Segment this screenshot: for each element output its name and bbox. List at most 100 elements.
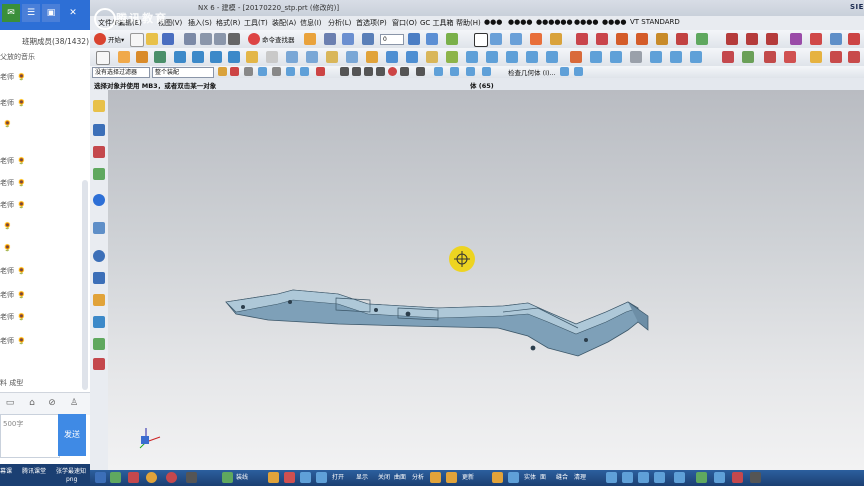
save-icon[interactable] [162, 33, 174, 45]
tool-icon[interactable] [316, 472, 327, 483]
bend-icon[interactable] [210, 51, 222, 63]
send-button[interactable]: 发送 [58, 414, 86, 456]
render-icon[interactable] [830, 33, 842, 45]
bottom-label[interactable]: 更新 [462, 472, 474, 481]
bottom-label[interactable]: 关闭 [378, 472, 390, 481]
emboss-icon[interactable] [570, 51, 582, 63]
tool-icon[interactable] [430, 472, 441, 483]
menu-window[interactable]: 窗口(O) [392, 18, 417, 28]
tool-icon[interactable] [300, 472, 311, 483]
menu-analysis[interactable]: 分析(L) [328, 18, 351, 28]
grid-icon[interactable] [222, 472, 233, 483]
view-icon[interactable] [128, 472, 139, 483]
tool-icon[interactable] [606, 472, 617, 483]
unbend-icon[interactable] [228, 51, 240, 63]
menu-tools[interactable]: 工具(T) [244, 18, 268, 28]
snap-point-icon[interactable] [388, 67, 397, 76]
snap-point-icon[interactable] [400, 67, 409, 76]
tool-icon[interactable] [638, 472, 649, 483]
tool-icon[interactable] [732, 472, 743, 483]
new-file-icon[interactable] [130, 33, 144, 47]
line-icon[interactable] [616, 33, 628, 45]
delete-icon[interactable] [228, 33, 240, 45]
chat-tab-icon[interactable]: ▣ [42, 4, 60, 22]
tool-icon[interactable] [446, 472, 457, 483]
tool-icon[interactable] [848, 51, 860, 63]
tool-icon[interactable] [830, 51, 842, 63]
menu-extra[interactable]: ●●●● [602, 18, 626, 26]
tool-icon[interactable] [750, 472, 761, 483]
unite-icon[interactable] [506, 51, 518, 63]
snap-icon[interactable] [286, 67, 295, 76]
hole-icon[interactable] [530, 33, 542, 45]
bottom-label[interactable]: 装线 [236, 472, 248, 481]
snap-icon[interactable] [300, 67, 309, 76]
taskbar-item[interactable]: 腾讯课堂 [22, 466, 46, 475]
point-icon[interactable] [186, 472, 197, 483]
sketch-icon[interactable] [446, 33, 458, 45]
snap-point-icon[interactable] [352, 67, 361, 76]
bottom-label[interactable]: 缝合 [556, 472, 568, 481]
target-icon[interactable] [146, 472, 157, 483]
plane-icon[interactable] [696, 33, 708, 45]
slot-icon[interactable] [690, 51, 702, 63]
snap-icon[interactable] [258, 67, 267, 76]
scene-icon[interactable] [93, 316, 105, 328]
web-browser-icon[interactable] [93, 194, 105, 206]
tool-icon[interactable] [508, 472, 519, 483]
menu-extra[interactable]: ●●● [484, 18, 502, 26]
roles-icon[interactable] [93, 338, 105, 350]
analysis-icon[interactable] [304, 33, 316, 45]
cut-icon[interactable] [200, 33, 212, 45]
history-icon[interactable] [93, 222, 105, 234]
taskbar-item[interactable]: 张学最速知 [56, 466, 86, 475]
undo-icon[interactable] [184, 33, 196, 45]
zoom-icon[interactable] [324, 33, 336, 45]
clock-icon[interactable] [93, 250, 105, 262]
scope-select[interactable]: 整个装配 [152, 67, 214, 78]
thicken-icon[interactable] [286, 51, 298, 63]
extend-icon[interactable] [326, 51, 338, 63]
bottom-label[interactable]: 分析 [412, 472, 424, 481]
view-cube-icon[interactable] [408, 33, 420, 45]
snap-point-icon[interactable] [364, 67, 373, 76]
member-count[interactable]: 班期成员(38/1432) [0, 36, 90, 47]
command-finder-icon[interactable] [248, 33, 260, 45]
palette-icon[interactable] [764, 51, 776, 63]
start-icon[interactable] [94, 33, 106, 45]
arc-icon[interactable] [636, 33, 648, 45]
trim-icon[interactable] [246, 51, 258, 63]
check-geometry-button[interactable]: 检查几何体 (I)... [508, 67, 556, 77]
menu-extra[interactable]: ●●●● [574, 18, 598, 26]
snap-point-icon[interactable] [340, 67, 349, 76]
layer-icon[interactable] [362, 33, 374, 45]
export-icon[interactable] [722, 51, 734, 63]
shell-icon[interactable] [466, 51, 478, 63]
wrap-icon[interactable] [610, 51, 622, 63]
stop-icon[interactable] [848, 33, 860, 45]
image-icon[interactable]: ⌂ [26, 397, 38, 409]
open-icon[interactable] [95, 472, 106, 483]
bottom-label[interactable]: 曲面 [394, 472, 406, 481]
view-icon[interactable] [434, 67, 443, 76]
import-icon[interactable] [742, 51, 754, 63]
bottom-label[interactable]: 清理 [574, 472, 586, 481]
system-materials-icon[interactable] [93, 272, 105, 284]
tube-icon[interactable] [630, 51, 642, 63]
revolve-icon[interactable] [510, 33, 522, 45]
rib-icon[interactable] [650, 51, 662, 63]
point-icon[interactable] [676, 33, 688, 45]
sew-icon[interactable] [366, 51, 378, 63]
shading-icon[interactable] [426, 33, 438, 45]
menu-vt-standard[interactable]: VT STANDARD [630, 18, 680, 26]
check-icon[interactable] [696, 472, 707, 483]
screenshot-icon[interactable]: ▭ [4, 397, 16, 409]
measure-icon[interactable] [726, 33, 738, 45]
copy-icon[interactable] [214, 33, 226, 45]
snap-point-icon[interactable] [416, 67, 425, 76]
bottom-label[interactable]: 显示 [356, 472, 368, 481]
palette-icon[interactable] [93, 294, 105, 306]
flange-icon[interactable] [192, 51, 204, 63]
wave-icon[interactable] [790, 33, 802, 45]
sheet-metal-icon[interactable] [174, 51, 186, 63]
